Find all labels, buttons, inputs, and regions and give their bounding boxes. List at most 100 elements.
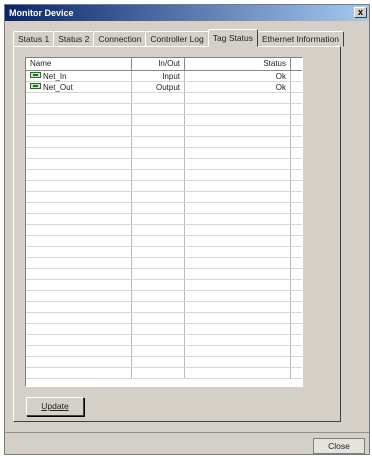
empty-row [26,104,302,115]
table-row[interactable]: Net_In Input Ok [26,71,302,82]
cell-status [185,115,291,125]
tag-status-list[interactable]: Name In/Out Status Net_In Input Ok Net_Out O… [25,57,303,387]
cell-filler [291,159,302,169]
table-row[interactable]: Net_Out Output Ok [26,82,302,93]
cell-filler [291,82,302,92]
empty-row [26,324,302,335]
cell-status [185,225,291,235]
cell-in-out [132,269,185,279]
cell-name [26,137,132,147]
cell-filler [291,181,302,191]
empty-row [26,368,302,379]
empty-row [26,302,302,313]
update-button[interactable]: Update [26,397,84,416]
empty-row [26,335,302,346]
cell-filler [291,357,302,367]
cell-name [26,93,132,103]
update-button-label: Update [41,401,69,411]
tab-ethernet-information[interactable]: Ethernet Information [256,31,344,47]
cell-status [185,368,291,378]
cell-status [185,280,291,290]
cell-in-out [132,247,185,257]
empty-row [26,225,302,236]
list-header: Name In/Out Status [26,58,302,71]
cell-name: Net_In [26,71,132,81]
cell-filler [291,214,302,224]
empty-row [26,313,302,324]
tab-status-2[interactable]: Status 2 [53,31,95,47]
cell-filler [291,236,302,246]
cell-name: Net_Out [26,82,132,92]
cell-name [26,313,132,323]
cell-filler [291,203,302,213]
cell-in-out [132,236,185,246]
cell-in-out [132,192,185,202]
tab-controller-log[interactable]: Controller Log [145,31,209,47]
cell-name-text: Net_In [43,72,67,81]
list-rows: Net_In Input Ok Net_Out Output Ok [26,71,302,379]
tab-status-1[interactable]: Status 1 [13,31,55,47]
cell-status [185,269,291,279]
cell-in-out [132,313,185,323]
cell-in-out [132,181,185,191]
cell-status [185,137,291,147]
cell-name [26,126,132,136]
cell-name [26,280,132,290]
cell-in-out: Input [132,71,185,81]
empty-row [26,170,302,181]
close-button[interactable]: Close [313,438,365,454]
cell-in-out [132,302,185,312]
tab-strip: Status 1 Status 2 Connection Controller … [13,29,344,47]
cell-filler [291,225,302,235]
column-header-status[interactable]: Status [185,58,291,70]
empty-row [26,269,302,280]
cell-name [26,291,132,301]
column-header-name[interactable]: Name [26,58,132,70]
cell-in-out-text: Output [155,83,180,92]
cell-filler [291,368,302,378]
cell-in-out-text: Input [162,72,180,81]
cell-name [26,115,132,125]
empty-row [26,247,302,258]
cell-filler [291,313,302,323]
cell-status [185,192,291,202]
cell-name [26,335,132,345]
cell-name [26,258,132,268]
cell-in-out [132,170,185,180]
close-icon[interactable]: x [354,7,367,18]
cell-status [185,159,291,169]
empty-row [26,214,302,225]
cell-filler [291,115,302,125]
cell-name [26,192,132,202]
cell-name [26,346,132,356]
cell-status [185,357,291,367]
cell-in-out [132,291,185,301]
cell-status [185,247,291,257]
cell-status: Ok [185,71,291,81]
cell-filler [291,335,302,345]
column-header-in-out[interactable]: In/Out [132,58,185,70]
empty-row [26,93,302,104]
cell-in-out [132,137,185,147]
cell-name [26,170,132,180]
cell-in-out [132,335,185,345]
divider [5,432,369,433]
tab-tag-status[interactable]: Tag Status [207,29,258,47]
cell-status [185,236,291,246]
empty-row [26,137,302,148]
cell-in-out [132,324,185,334]
empty-row [26,236,302,247]
title-bar: Monitor Device x [5,5,369,21]
cell-in-out [132,203,185,213]
cell-in-out [132,368,185,378]
cell-status [185,126,291,136]
cell-in-out [132,280,185,290]
empty-row [26,258,302,269]
tab-connection[interactable]: Connection [93,31,147,47]
cell-name [26,225,132,235]
cell-filler [291,269,302,279]
empty-row [26,280,302,291]
empty-row [26,148,302,159]
cell-filler [291,247,302,257]
cell-filler [291,93,302,103]
